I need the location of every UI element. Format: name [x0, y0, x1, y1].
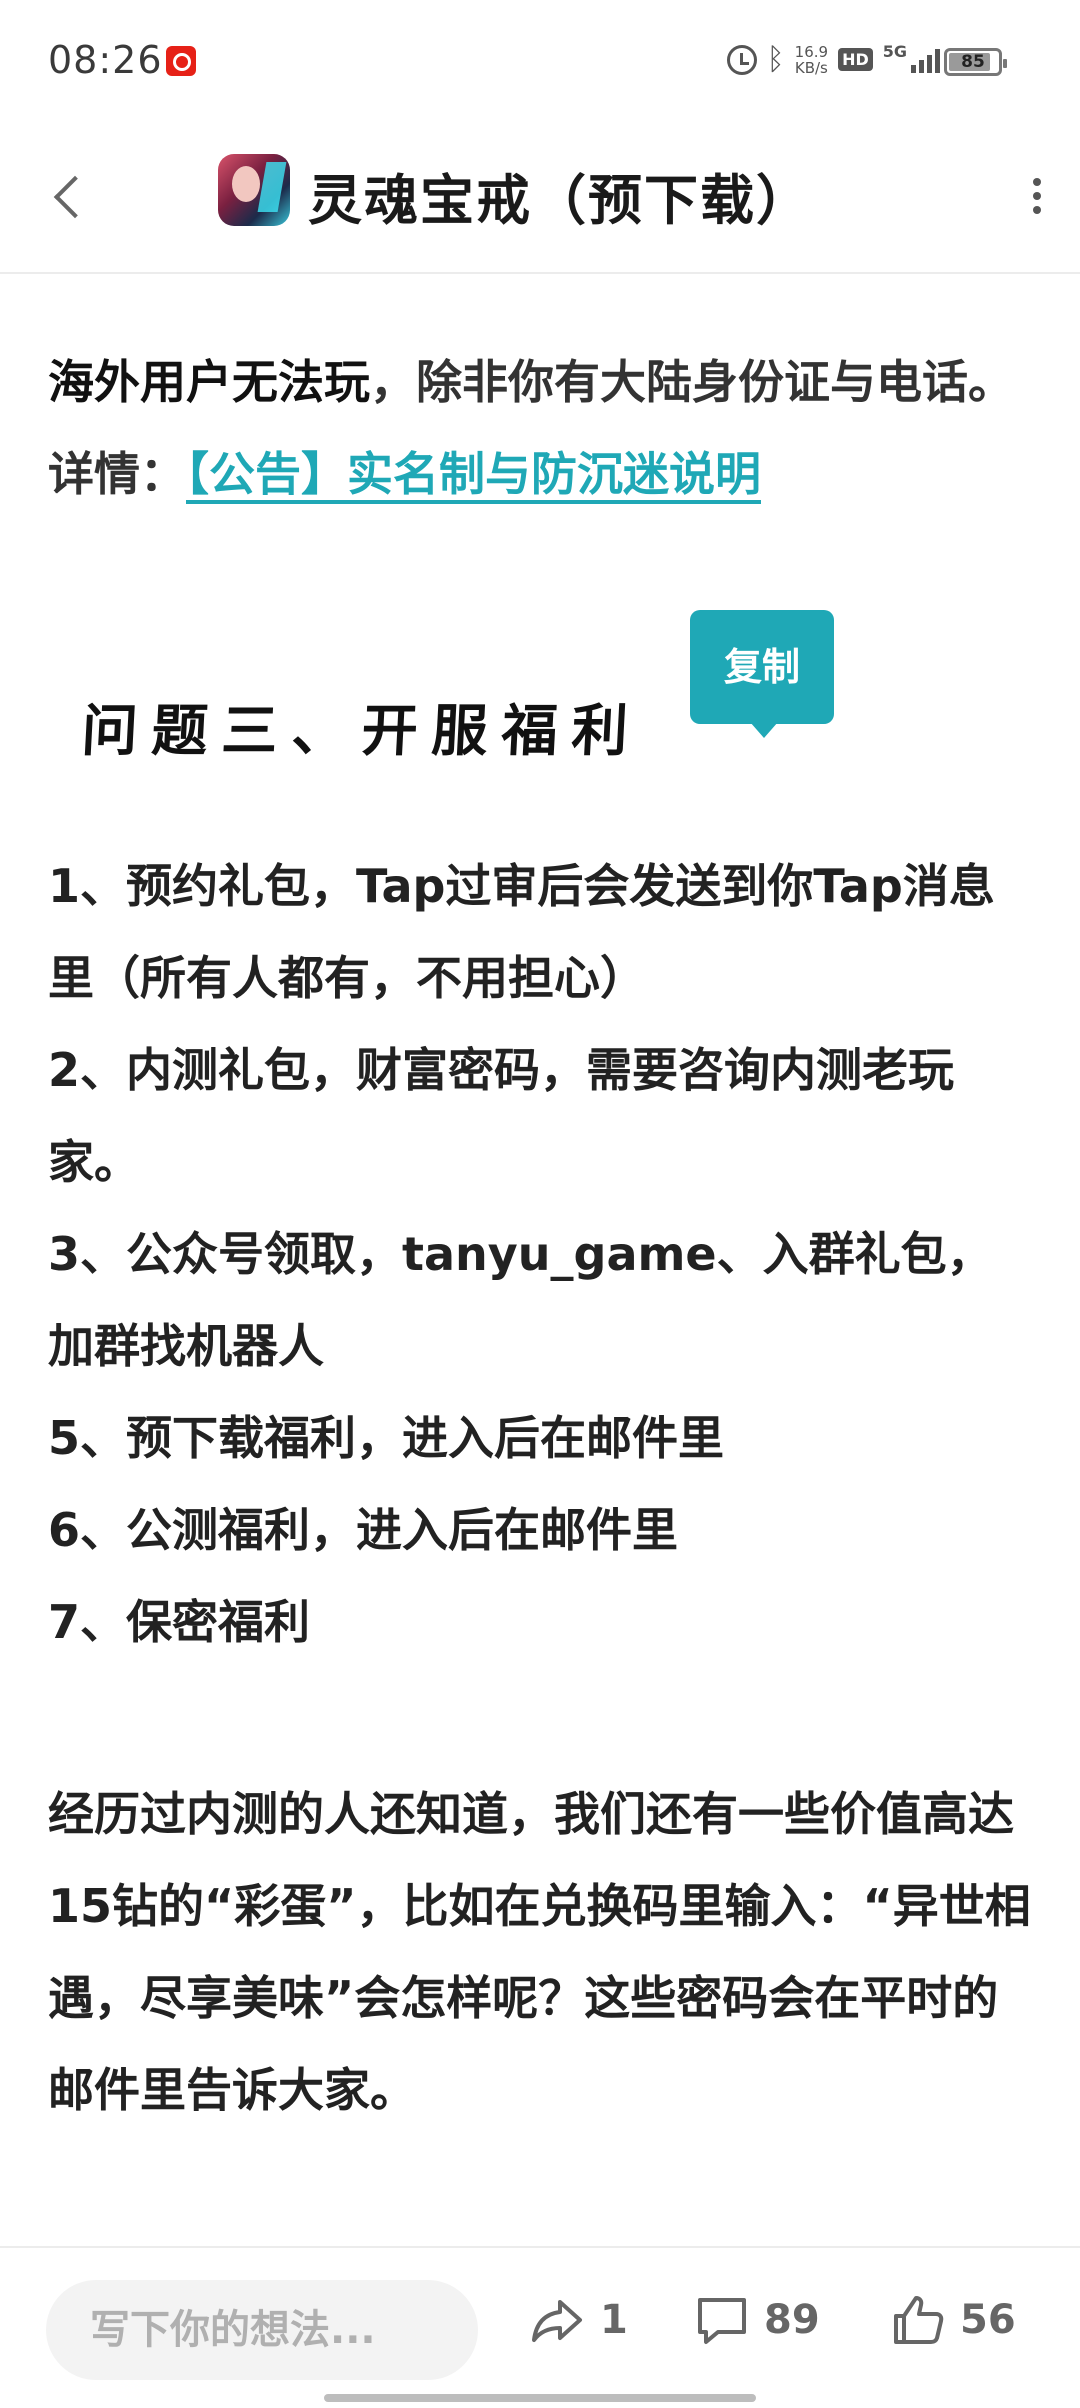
list-item: 5、预下载福利，进入后在邮件里	[48, 1411, 725, 1465]
status-time: 08:26	[48, 38, 163, 82]
comment-input[interactable]: 写下你的想法...	[46, 2280, 478, 2380]
list-item: 3、公众号领取，tanyu_game、入群礼包，加群找机器人	[48, 1227, 993, 1373]
benefits-list: 1、预约礼包，Tap过审后会发送到你Tap消息里（所有人都有，不用担心） 2、内…	[48, 840, 1038, 1668]
home-indicator[interactable]	[324, 2394, 756, 2402]
signal-icon	[911, 47, 940, 73]
network-speed: 16.9 KB/s	[795, 44, 828, 76]
app-avatar[interactable]	[218, 154, 290, 226]
thumbs-up-icon	[890, 2292, 946, 2348]
network-speed-value: 16.9	[794, 42, 829, 61]
page-title: 灵魂宝戒（预下载）	[308, 169, 812, 232]
announcement-link[interactable]: 【公告】实名制与防沉迷说明	[186, 447, 761, 501]
page: 08:26 ᛒ 16.9 KB/s HD 5G 85 灵魂宝戒（预下载） 海外用…	[0, 0, 1080, 2408]
back-icon[interactable]	[50, 172, 86, 220]
network-type: 5G	[882, 42, 907, 61]
battery-cap	[1003, 59, 1007, 68]
list-item: 7、保密福利	[48, 1595, 311, 1649]
comment-button[interactable]: 89	[694, 2292, 820, 2348]
comment-icon	[694, 2292, 750, 2348]
status-bar: 08:26 ᛒ 16.9 KB/s HD 5G 85	[0, 0, 1080, 120]
easter-egg-paragraph: 经历过内测的人还知道，我们还有一些价值高达15钻的“彩蛋”，比如在兑换码里输入：…	[48, 1787, 1031, 2117]
notice-bold-text: 海外用户无法玩	[48, 355, 370, 409]
battery-icon: 85	[944, 48, 1007, 76]
more-options-icon[interactable]	[1030, 172, 1044, 222]
network-speed-unit: KB/s	[794, 58, 828, 77]
battery-level: 85	[961, 52, 985, 72]
bluetooth-icon: ᛒ	[766, 42, 785, 77]
like-count: 56	[960, 2297, 1016, 2343]
alarm-icon	[726, 44, 757, 75]
list-item: 2、内测礼包，财富密码，需要咨询内测老玩家。	[48, 1043, 955, 1189]
copy-button[interactable]: 复制	[690, 610, 834, 738]
share-count: 1	[600, 2297, 628, 2343]
notice-paragraph: 海外用户无法玩，除非你有大陆身份证与电话。详情：【公告】实名制与防沉迷说明	[48, 336, 1038, 520]
list-item: 6、公测福利，进入后在邮件里	[48, 1503, 679, 1557]
hd-icon: HD	[838, 48, 873, 71]
comment-count: 89	[764, 2297, 820, 2343]
bottom-action-bar: 写下你的想法... 1 89 56	[0, 2246, 1080, 2408]
list-item: 1、预约礼包，Tap过审后会发送到你Tap消息里（所有人都有，不用担心）	[48, 859, 995, 1005]
benefits-heading-image: 问题三、开服福利	[80, 698, 644, 764]
like-button[interactable]: 56	[890, 2292, 1016, 2348]
netease-music-icon	[166, 46, 196, 76]
share-icon	[530, 2292, 586, 2348]
nav-bar: 灵魂宝戒（预下载）	[0, 120, 1080, 274]
status-icons: ᛒ 16.9 KB/s HD 5G	[726, 42, 940, 77]
share-button[interactable]: 1	[530, 2292, 628, 2348]
